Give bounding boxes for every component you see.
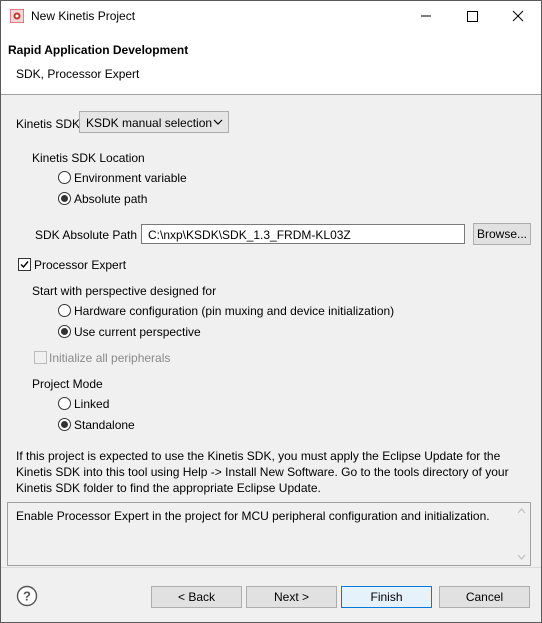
sdk-location-label: Kinetis SDK Location — [32, 151, 145, 165]
kinetis-sdk-label: Kinetis SDK — [16, 117, 81, 131]
radio-absolute-path-button[interactable] — [58, 192, 71, 205]
info-text-line-1: If this project is expected to use the K… — [16, 449, 501, 463]
close-button[interactable] — [495, 1, 541, 31]
page-title: Rapid Application Development — [8, 43, 189, 57]
radio-environment-variable-label: Environment variable — [74, 171, 187, 185]
radio-use-current-perspective-button[interactable] — [58, 325, 71, 338]
back-button[interactable]: < Back — [151, 586, 242, 608]
radio-use-current-perspective-label: Use current perspective — [74, 325, 201, 339]
processor-expert-checkbox[interactable] — [18, 258, 31, 271]
description-scrollbar[interactable] — [513, 503, 530, 565]
close-icon — [512, 10, 524, 22]
window-title: New Kinetis Project — [31, 9, 136, 23]
info-text-line-2: Kinetis SDK into this tool using Help ->… — [16, 465, 509, 479]
maximize-button[interactable] — [449, 1, 495, 31]
scroll-down-icon — [517, 554, 526, 560]
kinetis-sdk-selected: KSDK manual selection — [86, 116, 213, 130]
init-peripherals-label: Initialize all peripherals — [49, 351, 171, 365]
sdk-path-input[interactable]: C:\nxp\KSDK\SDK_1.3_FRDM-KL03Z — [141, 224, 465, 244]
radio-absolute-path-label: Absolute path — [74, 192, 148, 206]
wizard-window: New Kinetis Project Rapid Application De… — [0, 0, 542, 623]
radio-standalone-label: Standalone — [74, 418, 135, 432]
radio-linked-label: Linked — [74, 397, 110, 411]
svg-text:?: ? — [23, 589, 31, 604]
minimize-icon — [421, 15, 431, 17]
radio-hardware-configuration-button[interactable] — [58, 304, 71, 317]
project-mode-label: Project Mode — [32, 377, 103, 391]
minimize-button[interactable] — [403, 1, 449, 31]
radio-hardware-configuration-label: Hardware configuration (pin muxing and d… — [74, 304, 395, 318]
kinetis-sdk-select[interactable]: KSDK manual selection — [79, 111, 229, 133]
maximize-icon — [467, 11, 478, 22]
init-peripherals-checkbox — [34, 351, 47, 364]
cancel-button[interactable]: Cancel — [439, 586, 530, 608]
scroll-up-icon — [517, 508, 526, 514]
info-text-line-3: Kinetis SDK folder to find the appropria… — [16, 481, 321, 495]
processor-expert-label: Processor Expert — [34, 258, 127, 272]
page-subtitle: SDK, Processor Expert — [16, 67, 140, 81]
help-icon[interactable]: ? — [16, 585, 38, 607]
finish-button[interactable]: Finish — [341, 586, 432, 608]
radio-linked-button[interactable] — [58, 397, 71, 410]
browse-button[interactable]: Browse... — [473, 223, 531, 245]
sdk-path-value: C:\nxp\KSDK\SDK_1.3_FRDM-KL03Z — [148, 228, 351, 242]
description-box: Enable Processor Expert in the project f… — [7, 502, 531, 566]
perspective-label: Start with perspective designed for — [32, 284, 217, 298]
wizard-header: Rapid Application Development SDK, Proce… — [1, 31, 541, 95]
radio-environment-variable-button[interactable] — [58, 171, 71, 184]
kinetis-app-icon — [10, 9, 24, 23]
radio-standalone-button[interactable] — [58, 418, 71, 431]
checkmark-icon — [20, 261, 29, 269]
chevron-down-icon — [213, 119, 223, 125]
description-text: Enable Processor Expert in the project f… — [16, 509, 490, 523]
footer-separator — [1, 567, 541, 568]
title-bar: New Kinetis Project — [1, 1, 541, 31]
sdk-path-label: SDK Absolute Path — [35, 228, 138, 242]
next-button[interactable]: Next > — [246, 586, 337, 608]
